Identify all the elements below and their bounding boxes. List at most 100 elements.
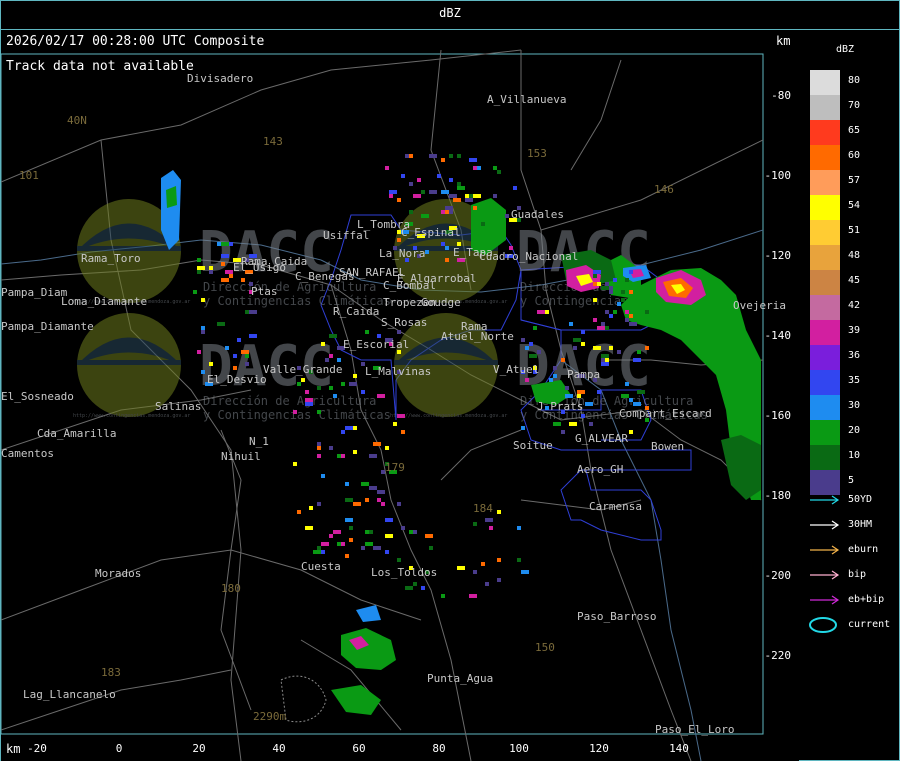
echo-pixel	[337, 358, 341, 362]
place-label: El_Desvio	[207, 373, 267, 386]
echo-pixel	[609, 314, 613, 318]
echo-pixel	[629, 322, 637, 326]
echo-pixel	[377, 498, 381, 502]
track-arrow-eb+bip	[810, 595, 840, 605]
echo-pixel	[237, 338, 241, 342]
echo-pixel	[245, 310, 249, 314]
echo-pixel	[525, 378, 529, 382]
echo-pixel	[381, 502, 385, 506]
echo-pixel	[449, 154, 453, 158]
place-label: J_Prats	[537, 400, 583, 413]
echo-pixel	[389, 194, 393, 198]
echo-pixel	[377, 394, 385, 398]
place-label: Goudge	[421, 296, 461, 309]
echo-pixel	[609, 290, 613, 294]
place-label: El_Usigo	[233, 261, 286, 274]
echo-pixel	[413, 194, 421, 198]
echo-pixel	[581, 414, 585, 418]
echo-pixel	[345, 426, 353, 430]
echo-pixel	[241, 278, 245, 282]
echo-pixel	[321, 542, 329, 546]
echo-pixel	[345, 554, 349, 558]
track-arrow-current	[809, 617, 837, 633]
y-tick--100: -100	[765, 169, 792, 182]
echo-pixel	[305, 402, 313, 406]
echo-pixel	[625, 310, 629, 314]
echo-pixel	[549, 378, 553, 382]
y-tick--140: -140	[765, 329, 792, 342]
echo-pixel	[225, 346, 229, 350]
place-label: Compart_Escard	[619, 407, 712, 420]
echo-pixel	[365, 330, 369, 334]
echo-pixel	[465, 194, 469, 198]
legend-swatch-36	[810, 345, 840, 370]
place-label: Loma_Diamante	[61, 295, 147, 308]
echo-pixel	[201, 326, 205, 330]
echo-pixel	[457, 566, 465, 570]
echo-pixel	[365, 530, 369, 534]
place-label: Cuesta	[301, 560, 341, 573]
legend-value-70: 70	[848, 100, 861, 111]
echo-pixel	[249, 310, 257, 314]
echo-pixel	[201, 370, 205, 374]
echo-pixel	[449, 178, 453, 182]
echo-pixel	[473, 206, 477, 210]
echo-pixel	[321, 474, 325, 478]
echo-pixel	[405, 586, 413, 590]
legend-swatch-65	[810, 120, 840, 145]
legend-swatch-70	[810, 95, 840, 120]
watermark-url: http://www.contingencias.mendoza.gov.ar	[390, 413, 507, 419]
echo-pixel	[445, 246, 449, 250]
place-label: El_Sosneado	[1, 390, 74, 403]
echo-pixel	[477, 166, 481, 170]
echo-pixel	[437, 174, 441, 178]
echo-pixel	[613, 278, 617, 282]
echo-pixel	[517, 526, 521, 530]
place-label: Ptas	[251, 285, 278, 298]
echo-pixel	[297, 510, 301, 514]
echo-pixel	[325, 358, 329, 362]
echo-pixel	[497, 578, 501, 582]
echo-pixel	[561, 430, 565, 434]
legend-swatch-80	[810, 70, 840, 95]
echo-pixel	[637, 350, 641, 354]
echo-pixel	[353, 374, 357, 378]
legend-value-65: 65	[848, 125, 861, 136]
legend-value-48: 48	[848, 250, 861, 261]
echo-pixel	[349, 526, 353, 530]
echo-pixel	[397, 502, 401, 506]
echo-pixel	[577, 394, 581, 398]
echo-pixel	[361, 482, 369, 486]
echo-pixel	[353, 502, 361, 506]
echo-pixel	[597, 326, 601, 330]
place-label: Lag_Llancanelo	[23, 688, 116, 701]
echo-pixel	[453, 198, 461, 202]
echo-pixel	[457, 186, 465, 190]
echo-pixel	[601, 362, 609, 366]
echo-pixel	[385, 550, 389, 554]
echo-pixel	[553, 366, 557, 370]
radar-map[interactable]: DACCDirección de Agriculturay Contingenc…	[1, 30, 799, 761]
track-label-current: current	[848, 619, 891, 630]
echo-pixel	[485, 518, 493, 522]
echo-pixel	[529, 354, 537, 358]
place-label: 101	[19, 169, 39, 182]
echo-pixel	[345, 482, 349, 486]
echo-pixel	[493, 194, 497, 198]
place-label: N_1	[249, 435, 269, 448]
legend-swatch-10	[810, 445, 840, 470]
echo-pixel	[341, 542, 345, 546]
echo-pixel	[493, 166, 497, 170]
echo-pixel	[321, 550, 325, 554]
legend-swatch-51	[810, 220, 840, 245]
echo-pixel	[441, 594, 445, 598]
echo-pixel	[621, 290, 625, 294]
x-tick-120: 120	[589, 742, 609, 755]
echo-pixel	[457, 154, 461, 158]
echo-pixel	[317, 454, 321, 458]
echo-pixel	[333, 530, 341, 534]
legend-value-57: 57	[848, 175, 861, 186]
echo-pixel	[525, 346, 529, 350]
echo-pixel	[293, 410, 297, 414]
echo-pixel	[385, 446, 389, 450]
